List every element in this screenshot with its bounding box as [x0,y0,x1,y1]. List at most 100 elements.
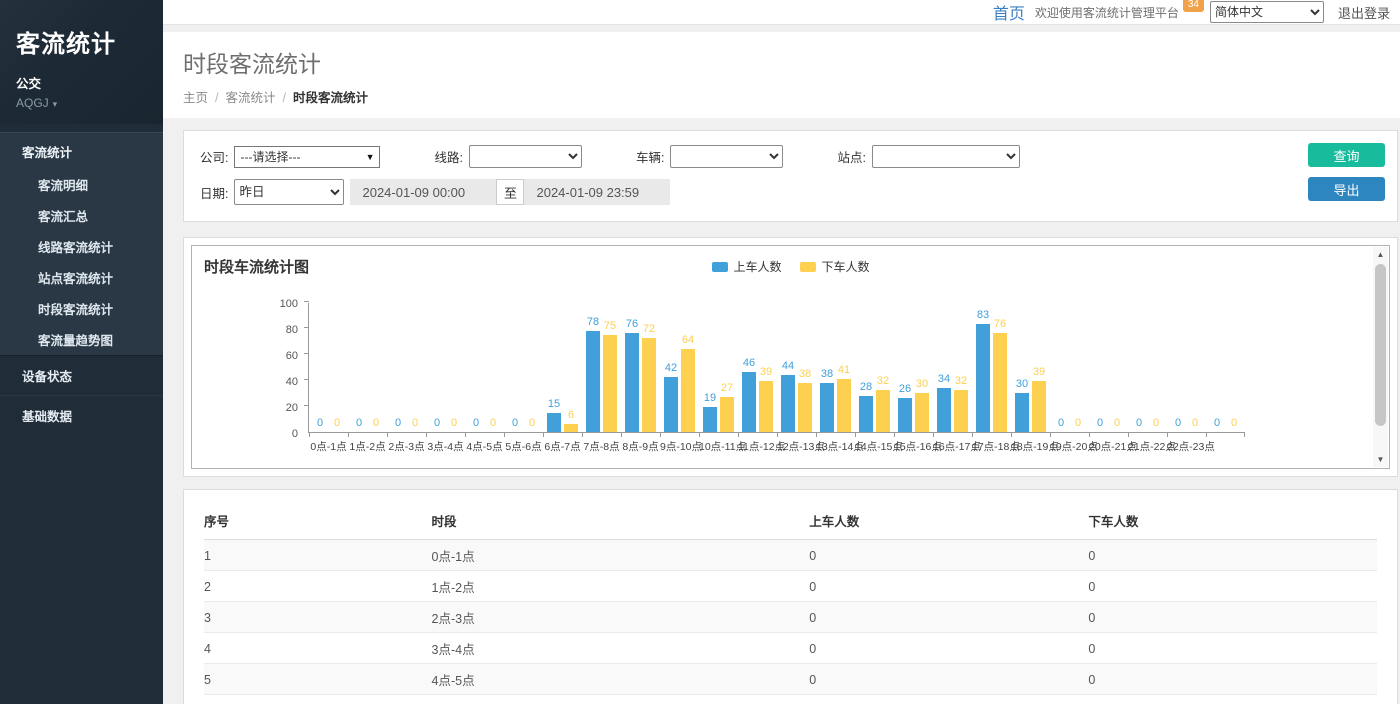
bar-value-label: 30 [1016,378,1028,390]
x-axis-tick [1128,433,1129,437]
legend-item[interactable]: 上车人数 [711,258,781,275]
bar-group: 00 [348,302,387,432]
company-select[interactable]: ---请选择--- ▼ [234,146,380,168]
caret-down-icon: ▾ [53,99,58,109]
bar-下车人数: 76 [993,333,1007,432]
table-cell: 0 [809,633,1088,664]
x-axis-tick [543,433,544,437]
bar-value-label: 0 [529,417,535,429]
sidebar-item-flow-detail[interactable]: 客流明细 [0,169,163,200]
bar-下车人数: 32 [876,390,890,432]
station-select[interactable] [872,145,1020,168]
sidebar-item-period-flow-stats[interactable]: 时段客流统计 [0,293,163,324]
legend-item[interactable]: 下车人数 [800,258,870,275]
scroll-down-icon[interactable]: ▼ [1373,452,1388,467]
x-axis-tick [933,433,934,437]
bar-下车人数: 39 [1032,381,1046,432]
bar-value-label: 0 [317,417,323,429]
x-axis-tick [816,433,817,437]
y-axis-tick-label: 20 [286,402,298,414]
chart-panel: 时段车流统计图 上车人数下车人数 020406080100 0000000000… [183,237,1398,477]
welcome-text: 欢迎使用客流统计管理平台 [1035,4,1179,21]
logout-link[interactable]: 退出登录 [1338,3,1390,22]
bar-value-label: 83 [977,309,989,321]
sidebar-item-flow-trend-chart[interactable]: 客流量趋势图 [0,324,163,355]
vehicle-label: 车辆: [636,147,664,166]
station-label: 站点: [837,147,865,166]
chart-scrollbar[interactable]: ▲ ▼ [1373,247,1388,467]
bar-group: 00 [1128,302,1167,432]
sidebar-item-passenger-flow-stats[interactable]: 客流统计 [0,133,163,169]
legend-color-chip [711,262,727,272]
bar-group: 3432 [933,302,972,432]
bar-value-label: 0 [373,417,379,429]
bar-value-label: 39 [760,366,772,378]
sidebar-item-base-data[interactable]: 基础数据 [0,395,163,435]
topbar: 首页 欢迎使用客流统计管理平台 34 简体中文 退出登录 [163,0,1400,25]
line-select[interactable] [469,145,582,168]
bar-group: 4264 [660,302,699,432]
x-axis-tick-label: 5点-6点 [504,439,543,454]
table-cell: 6 [204,695,432,704]
bar-group: 00 [1050,302,1089,432]
org-code-label: AQGJ [16,96,49,110]
search-button[interactable]: 查询 [1308,143,1385,167]
bar-value-label: 0 [1114,417,1120,429]
table-cell: 0 [809,540,1088,571]
bar-上车人数: 19 [703,407,717,432]
breadcrumb-link-1[interactable]: 客流统计 [226,91,276,105]
table-cell: 1 [204,540,432,571]
export-button[interactable]: 导出 [1308,177,1385,201]
table-cell: 0 [809,602,1088,633]
bar-value-label: 19 [704,392,716,404]
date-range-to-label: 至 [496,179,524,205]
bar-下车人数: 30 [915,393,929,432]
org-selector[interactable]: AQGJ ▾ [16,96,147,110]
data-table-panel: 序号时段上车人数下车人数 10点-1点0021点-2点0032点-3点0043点… [183,489,1398,704]
bar-上车人数: 46 [742,372,756,432]
table-row: 54点-5点00 [204,664,1377,695]
scroll-up-icon[interactable]: ▲ [1373,247,1388,262]
sidebar-item-station-flow-stats[interactable]: 站点客流统计 [0,262,163,293]
table-cell: 1点-2点 [432,571,810,602]
legend-color-chip [800,262,816,272]
date-start-input[interactable] [350,179,496,205]
vehicle-select[interactable] [670,145,783,168]
app-window: 客流统计 公交 AQGJ▾ 客流统计客流明细客流汇总线路客流统计站点客流统计时段… [0,0,1400,704]
filter-panel: 公司: ---请选择--- ▼ 线路: 车辆: 站点: [183,130,1398,222]
bar-上车人数: 44 [781,375,795,432]
x-axis-tick [699,433,700,437]
bar-value-label: 30 [916,378,928,390]
sidebar-item-device-status[interactable]: 设备状态 [0,355,163,395]
bar-group: 2832 [855,302,894,432]
x-axis-tick-label: 16点-17点 [933,439,972,454]
x-axis-tick-label: 0点-1点 [309,439,348,454]
bar-value-label: 64 [682,334,694,346]
table-header-cell: 上车人数 [809,504,1088,540]
bar-下车人数: 72 [642,338,656,432]
bar-value-label: 34 [938,373,950,385]
bar-下车人数: 39 [759,381,773,432]
bar-value-label: 0 [434,417,440,429]
x-axis-tick-label: 2点-3点 [387,439,426,454]
date-end-input[interactable] [524,179,670,205]
bar-value-label: 46 [743,357,755,369]
bar-value-label: 76 [994,318,1006,330]
line-label: 线路: [434,147,462,166]
scrollbar-thumb[interactable] [1375,264,1386,426]
table-row: 32点-3点00 [204,602,1377,633]
sidebar-item-flow-summary[interactable]: 客流汇总 [0,200,163,231]
bar-group: 7672 [621,302,660,432]
x-axis-tick [582,433,583,437]
bar-value-label: 0 [334,417,340,429]
date-preset-select[interactable]: 昨日 [234,179,344,205]
x-axis-tick [387,433,388,437]
sidebar-item-line-flow-stats[interactable]: 线路客流统计 [0,231,163,262]
language-select[interactable]: 简体中文 [1210,1,1324,23]
filter-row-1: 公司: ---请选择--- ▼ 线路: 车辆: 站点: [200,145,1287,168]
content-header: 时段客流统计 主页/客流统计/时段客流统计 [163,32,1400,118]
nav-home-link[interactable]: 首页 [993,0,1025,24]
notification-badge[interactable]: 34 [1183,0,1204,12]
bar-value-label: 0 [451,417,457,429]
breadcrumb-link-0[interactable]: 主页 [183,91,208,105]
